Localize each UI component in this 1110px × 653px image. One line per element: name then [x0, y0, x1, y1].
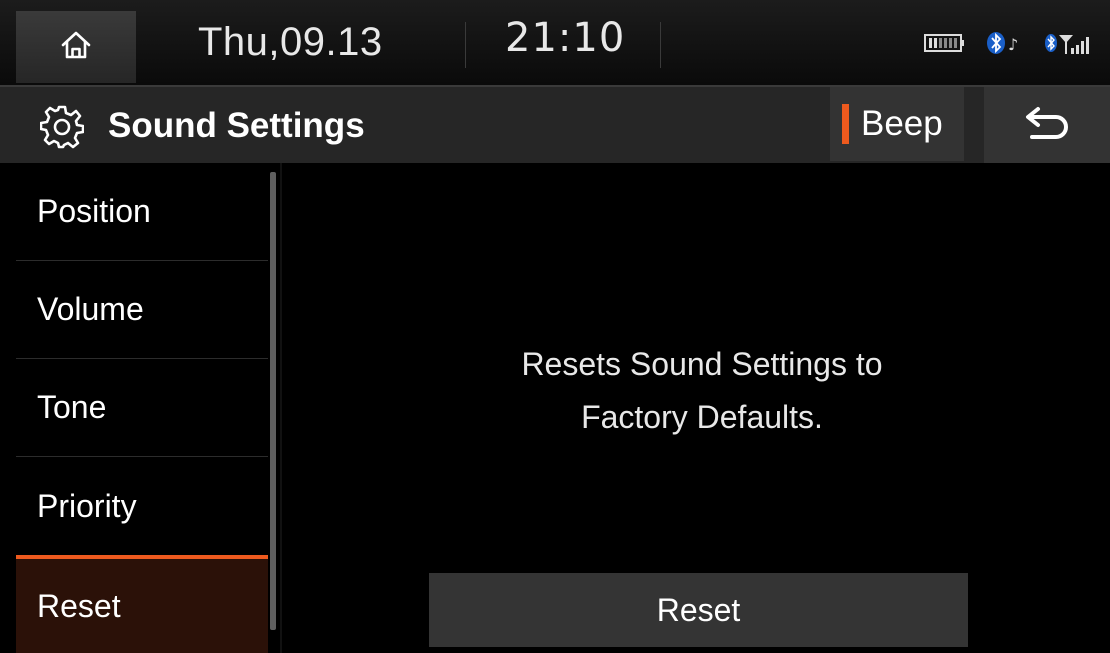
back-button[interactable] [984, 87, 1110, 163]
menu-item-label: Tone [37, 389, 107, 425]
bluetooth-signal-icon [1044, 30, 1094, 61]
status-separator [465, 22, 466, 68]
menu-item-reset[interactable]: Reset [16, 555, 268, 653]
menu-scrollbar[interactable] [270, 172, 276, 630]
status-bar: Thu,09.13 21:10 ♪ [0, 0, 1110, 87]
bluetooth-audio-icon: ♪ [984, 30, 1024, 61]
svg-text:♪: ♪ [1008, 35, 1018, 54]
date-display: Thu,09.13 [198, 20, 383, 64]
battery-icon [924, 34, 964, 57]
description-line: Resets Sound Settings to [521, 346, 883, 382]
beep-toggle-button[interactable]: Beep [830, 87, 964, 161]
home-icon [60, 30, 92, 65]
menu-item-tone[interactable]: Tone [16, 359, 268, 457]
menu-item-volume[interactable]: Volume [16, 261, 268, 359]
title-bar: Sound Settings Beep [0, 87, 1110, 163]
description-line: Factory Defaults. [581, 399, 823, 435]
menu-item-position[interactable]: Position [16, 163, 268, 261]
reset-button[interactable]: Reset [429, 573, 968, 647]
settings-menu: Position Volume Tone Priority Reset [16, 163, 268, 653]
menu-item-label: Volume [37, 291, 144, 327]
status-icons: ♪ [924, 30, 1094, 61]
status-separator [660, 22, 661, 68]
menu-item-priority[interactable]: Priority [16, 457, 268, 555]
gear-icon [39, 105, 85, 154]
beep-indicator [842, 104, 849, 144]
page-title: Sound Settings [108, 106, 365, 145]
back-arrow-icon [1022, 105, 1072, 146]
reset-description: Resets Sound Settings to Factory Default… [282, 338, 1110, 444]
menu-item-label: Position [37, 193, 151, 229]
menu-item-label: Priority [37, 487, 137, 524]
beep-label: Beep [861, 104, 943, 143]
menu-item-label: Reset [37, 587, 121, 624]
home-button[interactable] [16, 11, 136, 83]
time-display: 21:10 [505, 15, 626, 61]
